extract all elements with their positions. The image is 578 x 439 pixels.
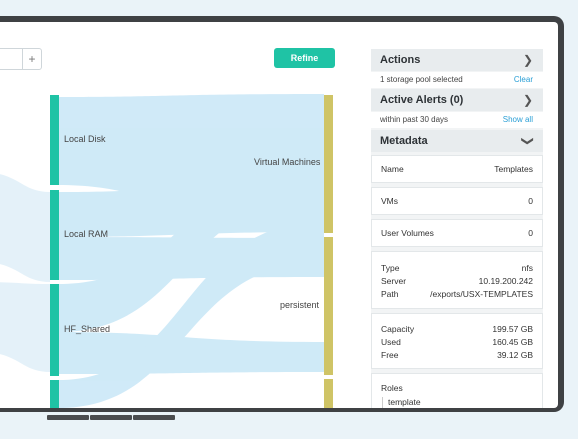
vms-card: VMs 0 — [371, 187, 543, 215]
type-value: nfs — [521, 263, 533, 273]
node-label-persistent: persistent — [280, 300, 320, 310]
user-volumes-value: 0 — [528, 228, 533, 238]
node-persistent[interactable] — [324, 237, 333, 375]
capacity-value: 199.57 GB — [492, 324, 533, 334]
user-volumes-row: User Volumes 0 — [381, 227, 533, 239]
used-row: Used 160.45 GB — [381, 336, 533, 348]
name-label: Name — [381, 164, 404, 174]
alerts-subtitle-row: within past 30 days Show all — [371, 112, 543, 128]
monitor-stand — [47, 415, 89, 420]
node-label-hf-shared: HF_Shared — [64, 324, 111, 334]
node-virtual-machines[interactable] — [324, 95, 333, 233]
node-lower-right[interactable] — [324, 379, 333, 408]
clear-link[interactable]: Clear — [514, 72, 533, 88]
selection-count: 1 storage pool selected — [380, 75, 463, 84]
metadata-header[interactable]: Metadata ❯ — [371, 130, 543, 152]
user-volumes-label: User Volumes — [381, 228, 434, 238]
actions-subtitle-row: 1 storage pool selected Clear — [371, 72, 543, 88]
alerts-title: Active Alerts (0) — [380, 94, 464, 106]
metadata-title: Metadata — [380, 135, 428, 147]
node-label-local-ram: Local RAM — [64, 229, 109, 239]
app-screen: ool + Refine Local Disk Local RAM HF_Sha… — [0, 22, 558, 408]
used-value: 160.45 GB — [492, 337, 533, 347]
path-value: /exports/USX-TEMPLATES — [430, 289, 533, 299]
free-label: Free — [381, 350, 399, 360]
connection-card: Type nfs Server 10.19.200.242 Path /expo… — [371, 251, 543, 309]
monitor-stand — [90, 415, 132, 420]
roles-value: template — [388, 397, 421, 407]
vms-value: 0 — [528, 196, 533, 206]
name-row: Name Templates — [381, 163, 533, 175]
roles-label: Roles — [381, 383, 403, 393]
vms-row: VMs 0 — [381, 195, 533, 207]
name-card: Name Templates — [371, 155, 543, 183]
node-local-disk[interactable] — [50, 95, 59, 185]
node-lower-left[interactable] — [50, 380, 59, 408]
node-label-virtual-machines: Virtual Machines — [254, 157, 321, 167]
alerts-period: within past 30 days — [380, 115, 449, 124]
node-hf-shared[interactable] — [50, 284, 59, 376]
roles-card: Roles template — [371, 373, 543, 408]
type-label: Type — [381, 263, 400, 273]
chevron-right-icon: ❯ — [522, 53, 533, 67]
capacity-card: Capacity 199.57 GB Used 160.45 GB Free 3… — [371, 313, 543, 369]
user-volumes-card: User Volumes 0 — [371, 219, 543, 247]
node-local-ram[interactable] — [50, 190, 59, 280]
roles-row: Roles — [381, 382, 533, 394]
details-panel: Actions ❯ 1 storage pool selected Clear … — [371, 49, 543, 408]
used-label: Used — [381, 337, 401, 347]
path-label: Path — [381, 289, 399, 299]
flow-incoming-2 — [0, 282, 50, 372]
chevron-right-icon: ❯ — [522, 93, 533, 107]
alerts-header[interactable]: Active Alerts (0) ❯ — [371, 89, 543, 111]
roles-value-row: template — [388, 396, 533, 408]
free-value: 39.12 GB — [497, 350, 533, 360]
show-all-link[interactable]: Show all — [503, 112, 533, 128]
flow-incoming — [0, 174, 50, 282]
monitor-stand — [133, 415, 175, 420]
flow-hfshared-persistent — [58, 332, 324, 374]
vms-label: VMs — [381, 196, 398, 206]
server-value: 10.19.200.242 — [478, 276, 533, 286]
server-row: Server 10.19.200.242 — [381, 275, 533, 287]
server-label: Server — [381, 276, 407, 286]
actions-header[interactable]: Actions ❯ — [371, 49, 543, 71]
path-row: Path /exports/USX-TEMPLATES — [381, 288, 533, 300]
node-label-local-disk: Local Disk — [64, 134, 106, 144]
free-row: Free 39.12 GB — [381, 349, 533, 361]
sankey-diagram — [0, 94, 333, 408]
name-value: Templates — [494, 164, 533, 174]
roles-divider — [382, 397, 383, 408]
actions-title: Actions — [380, 54, 421, 66]
capacity-row: Capacity 199.57 GB — [381, 323, 533, 335]
chevron-down-icon: ❯ — [520, 135, 535, 147]
type-row: Type nfs — [381, 262, 533, 274]
capacity-label: Capacity — [381, 324, 415, 334]
